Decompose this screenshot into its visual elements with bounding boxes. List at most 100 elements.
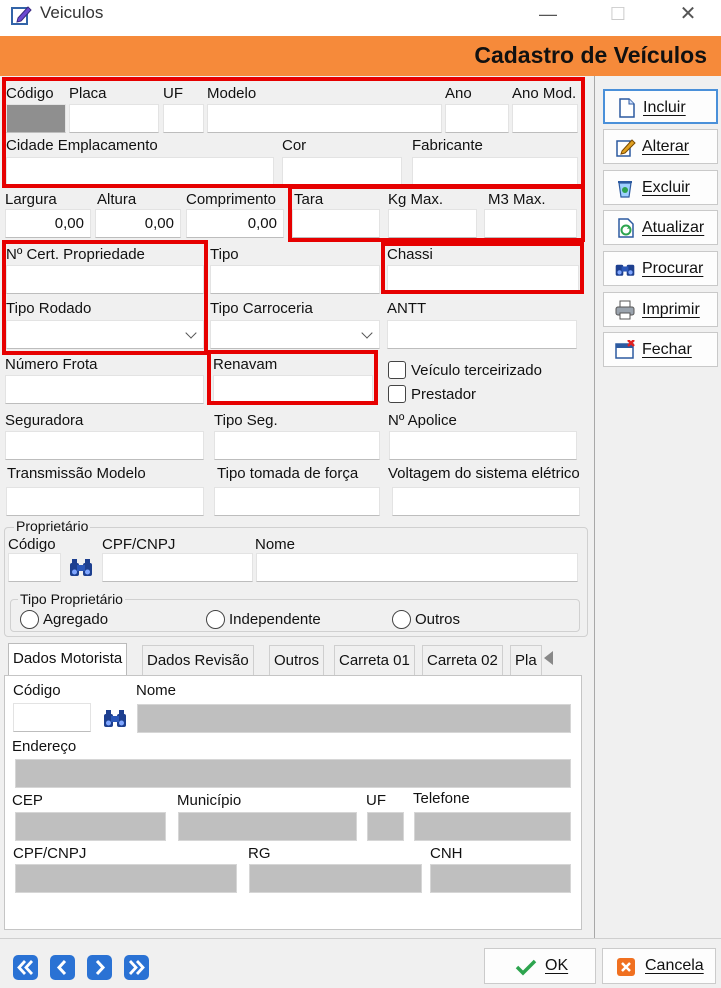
binoculars-icon[interactable]	[102, 709, 128, 729]
tomada-label: Tipo tomada de força	[217, 465, 359, 482]
close-button[interactable]: ✕	[665, 0, 711, 30]
binoculars-icon	[615, 264, 635, 276]
tab-dados-revisao[interactable]: Dados Revisão	[142, 645, 254, 675]
double-chevron-left-icon	[17, 960, 34, 975]
numero-frota-input[interactable]	[5, 375, 204, 404]
mot-municipio-label: Município	[177, 792, 242, 809]
window-title: Veiculos	[40, 3, 104, 22]
mot-cep-label: CEP	[12, 792, 43, 809]
terceirizado-checkbox[interactable]	[388, 361, 406, 379]
largura-input[interactable]: 0,00	[5, 209, 91, 238]
ok-button[interactable]: OK	[484, 948, 596, 984]
prop-codigo-input[interactable]	[8, 553, 61, 582]
outros-radio[interactable]	[392, 610, 411, 629]
mot-codigo-input[interactable]	[13, 703, 91, 732]
tipo-seg-input[interactable]	[214, 431, 380, 460]
imprimir-label: Imprimir	[642, 301, 700, 318]
chevron-left-icon	[56, 959, 67, 976]
outros-label: Outros	[415, 611, 461, 628]
next-record-button[interactable]	[87, 955, 112, 980]
mot-cnh-label: CNH	[430, 845, 463, 862]
terceirizado-label: Veículo terceirizado	[411, 362, 542, 379]
transmissao-label: Transmissão Modelo	[7, 465, 146, 482]
atualizar-button[interactable]: Atualizar	[603, 210, 718, 245]
form-title: Cadastro de Veículos	[474, 42, 707, 68]
fechar-button[interactable]: Fechar	[603, 332, 718, 367]
imprimir-button[interactable]: Imprimir	[603, 292, 718, 327]
agregado-radio[interactable]	[20, 610, 39, 629]
antt-label: ANTT	[387, 300, 427, 317]
fechar-label: Fechar	[642, 341, 692, 358]
tomada-input[interactable]	[214, 487, 380, 516]
mot-nome-input[interactable]	[137, 704, 571, 733]
maximize-button[interactable]: ☐	[595, 0, 641, 30]
seguradora-input[interactable]	[5, 431, 204, 460]
alterar-button[interactable]: Alterar	[603, 129, 718, 164]
last-record-button[interactable]	[124, 955, 149, 980]
tab-outros[interactable]: Outros	[269, 645, 325, 675]
mot-cep-input[interactable]	[15, 812, 166, 841]
checkmark-icon	[515, 959, 537, 976]
mot-rg-label: RG	[248, 845, 271, 862]
tipo-input[interactable]	[210, 265, 380, 294]
voltagem-input[interactable]	[392, 487, 580, 516]
tab-scroll-left-icon[interactable]	[544, 651, 553, 665]
mot-cpf-input[interactable]	[15, 864, 237, 893]
tipo-seg-label: Tipo Seg.	[214, 412, 278, 429]
atualizar-label: Atualizar	[642, 219, 705, 236]
cancela-label: Cancela	[645, 957, 704, 974]
apolice-input[interactable]	[389, 431, 577, 460]
highlight-box	[207, 350, 378, 405]
prop-nome-input[interactable]	[256, 553, 578, 582]
numero-frota-label: Número Frota	[5, 356, 98, 373]
highlight-box	[381, 242, 584, 294]
incluir-button[interactable]: Incluir	[603, 89, 718, 124]
tipo-carroceria-label: Tipo Carroceria	[210, 300, 313, 317]
mot-endereco-input[interactable]	[15, 759, 571, 788]
voltagem-label: Voltagem do sistema elétrico	[388, 465, 580, 482]
tab-carreta-02[interactable]: Carreta 02	[422, 645, 503, 675]
tab-placa[interactable]: Pla	[510, 645, 542, 675]
tipo-carroceria-select[interactable]	[210, 320, 380, 349]
tab-dados-motorista[interactable]: Dados Motorista	[8, 643, 128, 675]
mot-uf-input[interactable]	[367, 812, 404, 841]
ok-label: OK	[545, 957, 569, 974]
highlight-box	[288, 185, 585, 242]
excluir-button[interactable]: Excluir	[603, 170, 718, 205]
antt-input[interactable]	[387, 320, 577, 349]
title-bar: Veiculos — ☐ ✕	[0, 0, 721, 36]
mot-rg-input[interactable]	[249, 864, 422, 893]
altura-input[interactable]: 0,00	[95, 209, 181, 238]
mot-telefone-input[interactable]	[414, 812, 571, 841]
transmissao-input[interactable]	[6, 487, 204, 516]
prop-cpf-label: CPF/CNPJ	[102, 536, 176, 553]
largura-label: Largura	[5, 191, 57, 208]
mot-cnh-input[interactable]	[430, 864, 571, 893]
close-window-icon	[615, 340, 635, 359]
double-chevron-right-icon	[128, 960, 145, 975]
mot-nome-label: Nome	[136, 682, 177, 699]
minimize-button[interactable]: —	[525, 0, 571, 30]
previous-record-button[interactable]	[50, 955, 75, 980]
independente-label: Independente	[229, 611, 321, 628]
prestador-label: Prestador	[411, 386, 477, 403]
agregado-label: Agregado	[43, 611, 109, 628]
cancela-button[interactable]: Cancela	[602, 948, 716, 984]
comprimento-input[interactable]: 0,00	[186, 209, 284, 238]
highlight-box	[2, 240, 208, 355]
independente-radio[interactable]	[206, 610, 225, 629]
binoculars-icon[interactable]	[68, 558, 94, 578]
prop-cpf-input[interactable]	[102, 553, 253, 582]
procurar-button[interactable]: Procurar	[603, 251, 718, 286]
prestador-checkbox[interactable]	[388, 385, 406, 403]
mot-municipio-input[interactable]	[178, 812, 357, 841]
mot-codigo-label: Código	[13, 682, 61, 699]
prop-nome-label: Nome	[255, 536, 296, 553]
alterar-label: Alterar	[642, 138, 690, 155]
edit-icon	[616, 139, 636, 157]
tab-carreta-01[interactable]: Carreta 01	[334, 645, 415, 675]
procurar-label: Procurar	[642, 260, 704, 277]
excluir-label: Excluir	[642, 179, 691, 196]
first-record-button[interactable]	[13, 955, 38, 980]
header-banner: Cadastro de Veículos	[0, 36, 721, 76]
